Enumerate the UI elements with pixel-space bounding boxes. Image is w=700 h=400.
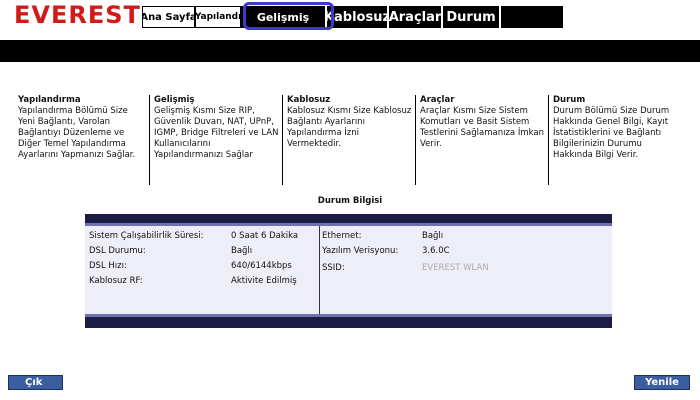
- tab-durum[interactable]: Durum: [443, 6, 501, 28]
- everest-logo: EVEREST: [14, 1, 141, 29]
- exit-button[interactable]: Çık: [8, 375, 63, 390]
- status-title: Durum Bilgisi: [317, 196, 383, 206]
- tab-filler: [501, 6, 563, 28]
- status-label: Sistem Çalışabilirlik Süresi:: [89, 231, 204, 241]
- col-araclar: Araçlar Araçlar Kısmı Size Sistem Komutl…: [415, 95, 545, 185]
- main-tabs: Ana Sayfa Yapılandı Gelişmiş Kablosuz Ar…: [142, 6, 563, 28]
- panel-bar-top: [85, 214, 612, 223]
- panel-divider: [319, 226, 320, 314]
- panel-bar-bottom: [85, 317, 612, 328]
- col-title: Yapılandırma: [18, 95, 81, 105]
- col-text: Gelişmiş Kısmı Size RIP, Güvenlik Duvarı…: [154, 106, 279, 160]
- status-value: Bağlı: [231, 246, 253, 256]
- status-value: Bağlı: [422, 231, 444, 241]
- col-text: Kablosuz Kısmı Size Kablosuz Bağlantı Ay…: [287, 106, 412, 149]
- panel-bar-top-accent: [85, 223, 612, 226]
- refresh-button[interactable]: Yenile: [634, 375, 690, 390]
- col-title: Gelişmiş: [154, 95, 195, 105]
- tab-yapilandirma[interactable]: Yapılandı: [195, 6, 241, 28]
- tab-ana-sayfa[interactable]: Ana Sayfa: [142, 6, 195, 28]
- tab-kablosuz[interactable]: Kablosuz: [327, 6, 389, 28]
- tab-gelismis[interactable]: Gelişmiş: [241, 6, 327, 28]
- col-yapilandirma: Yapılandırma Yapılandırma Bölümü Size Ye…: [18, 95, 144, 185]
- status-label: Ethernet:: [322, 231, 362, 241]
- status-value: 640/6144kbps: [231, 261, 292, 271]
- col-title: Durum: [553, 95, 586, 105]
- status-label: Yazılım Verisyonu:: [322, 246, 399, 256]
- status-value: 3.6.0C: [422, 246, 450, 256]
- col-gelismis: Gelişmiş Gelişmiş Kısmı Size RIP, Güvenl…: [149, 95, 279, 185]
- status-value: 0 Saat 6 Dakika: [231, 231, 299, 241]
- col-title: Kablosuz: [287, 95, 331, 105]
- status-label: DSL Durumu:: [89, 246, 146, 256]
- sub-nav-bar: [0, 40, 700, 62]
- status-panel: Sistem Çalışabilirlik Süresi: 0 Saat 6 D…: [85, 214, 612, 328]
- tab-araclar[interactable]: Araçlar: [389, 6, 443, 28]
- col-title: Araçlar: [420, 95, 455, 105]
- col-text: Yapılandırma Bölümü Size Yeni Bağlantı, …: [18, 106, 136, 160]
- col-kablosuz: Kablosuz Kablosuz Kısmı Size Kablosuz Ba…: [282, 95, 412, 185]
- header: EVEREST Ana Sayfa Yapılandı Gelişmiş Kab…: [0, 0, 700, 32]
- status-label: DSL Hızı:: [89, 261, 127, 271]
- status-label: SSID:: [322, 263, 345, 273]
- col-durum: Durum Durum Bölümü Size Durum Hakkında G…: [548, 95, 679, 185]
- info-columns: Yapılandırma Yapılandırma Bölümü Size Ye…: [18, 95, 694, 185]
- status-value: Aktivite Edilmiş: [231, 276, 297, 286]
- ssid-value: EVEREST WLAN: [422, 263, 489, 273]
- col-text: Araçlar Kısmı Size Sistem Komutları ve B…: [420, 106, 544, 149]
- col-text: Durum Bölümü Size Durum Hakkında Genel B…: [553, 106, 670, 160]
- status-label: Kablosuz RF:: [89, 276, 143, 286]
